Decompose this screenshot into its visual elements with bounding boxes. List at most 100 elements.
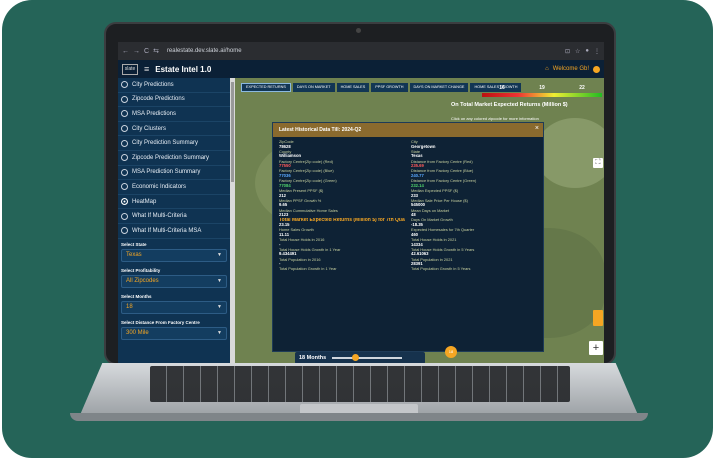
tab-days-on-market[interactable]: DAYS ON MARKET — [292, 83, 335, 92]
sidebar-item-what-if-multi-criteria[interactable]: What If Multi-Criteria — [118, 209, 230, 224]
sidebar-item-label: Zipcode Predictions — [132, 96, 185, 103]
state-select[interactable]: Texas ▼ — [121, 248, 227, 262]
info-field: Days On Market Growth -18.35 — [411, 218, 537, 228]
popup-header: Latest Historical Data Till: 2024-Q2 — [273, 123, 543, 137]
slate-logo: slate — [122, 63, 138, 75]
tab-days-on-market-change[interactable]: DAYS ON MARKET CHANGE — [409, 83, 469, 92]
radio-button[interactable] — [121, 139, 128, 147]
sidebar-item-city-prediction-summary[interactable]: City Prediction Summary — [118, 136, 230, 151]
sidebar-item-zipcode-prediction-summary[interactable]: Zipcode Prediction Summary — [118, 151, 230, 166]
radio-button[interactable] — [121, 81, 128, 89]
back-icon[interactable]: ← — [122, 48, 129, 55]
sidebar-item-label: City Predictions — [132, 81, 174, 88]
field-value: 77084 — [279, 182, 291, 188]
heatmap[interactable]: EXPECTED RETURNS DAYS ON MARKET HOME SALES… — [235, 78, 604, 365]
bookmark-star-icon[interactable]: ☆ — [575, 48, 580, 55]
sidebar-item-city-clusters[interactable]: City Clusters — [118, 122, 230, 137]
info-field: Median Cummulative Home Sales 2123 — [279, 209, 405, 219]
field-value: 2123 — [279, 212, 289, 218]
field-label: Total Market Expected Returns (Million $… — [279, 218, 405, 224]
sidebar-item-label: City Clusters — [132, 125, 167, 132]
radio-button[interactable] — [121, 183, 128, 191]
field-value: 233 — [411, 192, 418, 198]
extension-icon[interactable]: ⊡ — [565, 48, 570, 55]
field-value: 240.77 — [411, 172, 424, 178]
field-label: Total Population Growth in 5 Years — [411, 267, 471, 272]
months-filter-label: Select Months — [121, 293, 152, 299]
app-header: slate ≡ Estate Intel 1.0 ⌂ Welcome Gb! — [118, 60, 604, 78]
tab-expected-returns[interactable]: EXPECTED RETURNS — [241, 83, 291, 92]
home-icon[interactable]: ⌂ — [545, 66, 549, 72]
app-title: Estate Intel 1.0 — [155, 64, 212, 74]
legend-title: On Total Market Expected Returns (Millio… — [451, 102, 568, 108]
profitability-select[interactable]: All Zipcodes ▼ — [121, 274, 227, 288]
field-value: 48 — [411, 212, 416, 218]
radio-button[interactable] — [121, 168, 128, 176]
info-field: Factory Centre(Zip code) (Red) 77550 — [279, 160, 405, 170]
legend-value: 19 — [539, 84, 545, 91]
chevron-down-icon: ▼ — [217, 304, 222, 311]
keyboard — [150, 366, 570, 402]
scrollbar-thumb[interactable] — [231, 82, 234, 182]
field-value: 545000 — [411, 202, 425, 208]
address-bar[interactable]: realestate.dev.slate.ai/home — [167, 48, 242, 54]
popup-fields: ZipCode 78628 City Georgetown County Williams… — [273, 137, 543, 280]
slider-label: 18 Months — [299, 355, 327, 361]
profile-icon[interactable]: ● — [585, 48, 589, 55]
user-menu[interactable]: ⌂ Welcome Gb! — [545, 65, 600, 73]
profitability-filter-label: Select Profitability — [121, 267, 161, 273]
sidebar-item-label: Economic Indicators — [132, 183, 187, 190]
months-slider[interactable]: 18 Months — [295, 352, 425, 364]
month-badge: 18 — [445, 346, 457, 358]
metric-tabs: EXPECTED RETURNS DAYS ON MARKET HOME SALES… — [241, 83, 522, 92]
pegman-icon[interactable] — [593, 310, 603, 326]
field-value: Georgetown — [411, 143, 436, 149]
info-field: Distance from Factory Centre (Green) 232.… — [411, 179, 537, 189]
info-field: Total House Holds in 2016- — [279, 238, 405, 248]
forward-icon[interactable]: → — [133, 48, 140, 55]
sidebar-item-msa-prediction-summary[interactable]: MSA Prediction Summary — [118, 166, 230, 181]
info-field: State Texas — [411, 150, 537, 160]
radio-button[interactable] — [121, 227, 128, 235]
slider-track[interactable] — [332, 354, 403, 361]
field-value: Williamson — [279, 153, 302, 159]
close-icon[interactable]: × — [535, 125, 539, 132]
months-select[interactable]: 18 ▼ — [121, 300, 227, 314]
sidebar-nav: City Predictions Zipcode Predictions MSA P… — [118, 78, 230, 239]
sidebar-item-economic-indicators[interactable]: Economic Indicators — [118, 180, 230, 195]
radio-button[interactable] — [121, 154, 128, 162]
info-field: Total Population Growth in 1 Year — [279, 267, 405, 277]
radio-button[interactable] — [121, 212, 128, 220]
sidebar-item-msa-predictions[interactable]: MSA Predictions — [118, 107, 230, 122]
sidebar-item-what-if-multi-criteria-msa[interactable]: What If Multi-Criteria MSA — [118, 224, 230, 239]
distance-select-value: 300 Mile — [126, 330, 149, 337]
info-field: Total Population in 2016- — [279, 258, 405, 268]
radio-button[interactable] — [121, 125, 128, 133]
tab-ppsf-growth[interactable]: PPSF GROWTH — [371, 83, 408, 92]
hamburger-menu-icon[interactable]: ≡ — [144, 64, 149, 74]
info-field: Factory Centre(Zip code) (Blue) 77036 — [279, 169, 405, 179]
fullscreen-icon[interactable]: ⛶ — [593, 158, 603, 168]
tab-home-sales[interactable]: HOME SALES — [336, 83, 370, 92]
field-value: 212 — [279, 192, 286, 198]
radio-button[interactable] — [121, 95, 128, 103]
slider-handle[interactable] — [352, 354, 360, 361]
zoom-in-button[interactable]: + — [589, 341, 603, 355]
site-info-icon[interactable]: ⇆ — [153, 47, 159, 55]
sidebar-item-heatmap[interactable]: HeatMap — [118, 195, 230, 210]
radio-button[interactable] — [121, 110, 128, 118]
sidebar-item-city-predictions[interactable]: City Predictions — [118, 78, 230, 93]
sidebar-item-label: What If Multi-Criteria MSA — [132, 227, 202, 234]
reload-icon[interactable]: C — [144, 48, 149, 55]
sidebar-item-label: MSA Prediction Summary — [132, 169, 201, 176]
sidebar-item-zipcode-predictions[interactable]: Zipcode Predictions — [118, 93, 230, 108]
browser-menu-icon[interactable]: ⋮ — [594, 48, 600, 55]
sidebar-item-label: City Prediction Summary — [132, 140, 199, 147]
avatar[interactable] — [593, 65, 600, 73]
field-value: 9.65 — [279, 202, 288, 208]
state-select-value: Texas — [126, 252, 142, 259]
zipcode-info-popup: Latest Historical Data Till: 2024-Q2 × Z… — [272, 122, 544, 352]
field-value: 23.15 — [279, 221, 290, 227]
radio-button[interactable] — [121, 198, 128, 206]
distance-select[interactable]: 300 Mile ▼ — [121, 326, 227, 340]
